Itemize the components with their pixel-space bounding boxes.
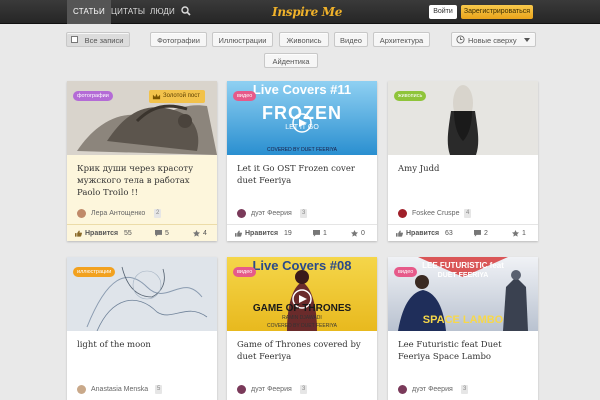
post-title[interactable]: Let it Go OST Frozen cover duet Feeriya <box>237 163 367 187</box>
comment-icon <box>474 230 481 237</box>
login-button[interactable]: Войти <box>429 5 457 19</box>
star-icon <box>512 230 519 237</box>
like-icon <box>235 230 242 237</box>
post-title[interactable]: Lee Futuristic feat Duet Feeriya Space L… <box>398 339 528 363</box>
filter-all-posts[interactable]: Все записи <box>66 32 130 47</box>
nav-articles[interactable]: Статьи <box>67 0 111 24</box>
post-card[interactable]: фотографии Золотой пост Крик души через … <box>67 81 217 241</box>
like-icon <box>75 230 82 237</box>
favorite-count: 4 <box>203 230 207 237</box>
video-title: SPACE LAMBO <box>422 314 504 326</box>
like-label: Нравится <box>245 230 279 237</box>
author-name[interactable]: дуэт Феерия <box>251 209 292 219</box>
video-title: FROZEN <box>262 103 342 123</box>
author-post-count: 3 <box>300 385 308 394</box>
favorite-count: 0 <box>361 230 365 237</box>
favorite-count: 1 <box>522 230 526 237</box>
filter-painting[interactable]: Живопись <box>279 32 329 47</box>
video-title: GAME OF THRONES <box>252 303 352 314</box>
avatar[interactable] <box>398 209 407 218</box>
post-author[interactable]: дуэт Феерия 3 <box>237 209 367 221</box>
search-icon[interactable] <box>181 6 191 16</box>
clock-icon <box>456 35 465 44</box>
post-title[interactable]: Крик души через красоту мужского тела в … <box>77 163 207 199</box>
category-tag[interactable]: иллюстрации <box>73 267 116 277</box>
checkbox-icon[interactable] <box>71 36 78 43</box>
filter-illustrations[interactable]: Иллюстрации <box>212 32 273 47</box>
author-post-count: 2 <box>154 209 162 218</box>
video-subtitle: LET IT GO <box>285 124 319 131</box>
author-name[interactable]: дуэт Феерия <box>412 385 453 395</box>
nav-quotes[interactable]: Цитаты <box>111 0 145 24</box>
post-stats: Нравится 63 2 1 <box>388 224 538 241</box>
site-logo[interactable]: Inspire Me <box>272 3 342 21</box>
like-count: 63 <box>445 230 453 237</box>
filter-all-label: Все записи <box>84 36 124 45</box>
post-stats: Нравится 19 1 0 <box>227 224 377 241</box>
post-author[interactable]: дуэт Феерия 3 <box>398 385 528 397</box>
video-credit: COVERED BY DUET FEERIYA <box>266 323 338 329</box>
filter-photo[interactable]: Фотографии <box>150 32 207 47</box>
nav-people[interactable]: Люди <box>150 0 175 24</box>
author-name[interactable]: Foskee Cruspe <box>412 209 459 219</box>
post-title[interactable]: light of the moon <box>77 339 207 351</box>
star-icon <box>351 230 358 237</box>
post-card[interactable]: Live Covers #08 GAME OF THRONES RAMIN DJ… <box>227 257 377 400</box>
gold-post-label: Золотой пост <box>163 93 200 99</box>
post-author[interactable]: дуэт Феерия 3 <box>237 385 367 397</box>
category-tag[interactable]: живопись <box>394 91 427 101</box>
post-stats: Нравится 55 5 4 <box>67 224 217 241</box>
author-name[interactable]: Лера Антощенко <box>91 209 145 219</box>
category-tag[interactable]: видео <box>233 267 257 277</box>
chevron-down-icon <box>524 38 530 42</box>
avatar[interactable] <box>398 385 407 394</box>
avatar[interactable] <box>237 385 246 394</box>
comment-count: 1 <box>323 230 327 237</box>
avatar[interactable] <box>77 385 86 394</box>
author-name[interactable]: дуэт Феерия <box>251 385 292 395</box>
gold-post-badge: Золотой пост <box>149 90 205 103</box>
filter-video[interactable]: Видео <box>334 32 368 47</box>
comment-count: 2 <box>484 230 488 237</box>
video-subtitle: RAMIN DJAWADI <box>282 315 322 321</box>
category-tag[interactable]: фотографии <box>73 91 113 101</box>
avatar[interactable] <box>237 209 246 218</box>
comment-count: 5 <box>165 230 169 237</box>
post-card[interactable]: LEE FUTURISTIC feat DUET FEERIYA SPACE L… <box>388 257 538 400</box>
register-button[interactable]: Зарегистрироваться <box>461 5 533 19</box>
comment-icon <box>155 230 162 237</box>
like-icon <box>396 230 403 237</box>
like-label: Нравится <box>406 230 440 237</box>
post-title[interactable]: Amy Judd <box>398 163 528 175</box>
star-icon <box>193 230 200 237</box>
category-tag[interactable]: видео <box>233 91 257 101</box>
author-post-count: 4 <box>464 209 472 218</box>
post-author[interactable]: Лера Антощенко 2 <box>77 209 207 221</box>
crown-icon <box>152 93 161 100</box>
post-author[interactable]: Anastasia Menska 5 <box>77 385 207 397</box>
sort-dropdown[interactable]: Новые сверху <box>451 32 536 47</box>
sort-label: Новые сверху <box>468 36 517 45</box>
top-navigation-bar: Статьи Цитаты Люди Inspire Me Войти Заре… <box>0 0 600 24</box>
like-count: 19 <box>284 230 292 237</box>
post-title[interactable]: Game of Thrones covered by duet Feeriya <box>237 339 367 363</box>
like-count: 55 <box>124 230 132 237</box>
category-tag[interactable]: видео <box>394 267 418 277</box>
post-card[interactable]: иллюстрации light of the moon Anastasia … <box>67 257 217 400</box>
comment-icon <box>313 230 320 237</box>
author-post-count: 3 <box>461 385 469 394</box>
post-card[interactable]: Live Covers #11 FROZEN LET IT GO COVERED… <box>227 81 377 241</box>
author-post-count: 5 <box>155 385 163 394</box>
post-card[interactable]: живопись Amy Judd Foskee Cruspe 4 Нравит… <box>388 81 538 241</box>
video-credit: COVERED BY DUET FEERIYA <box>266 147 338 153</box>
filter-architecture[interactable]: Архитектура <box>373 32 430 47</box>
author-post-count: 3 <box>300 209 308 218</box>
like-label: Нравится <box>85 230 119 237</box>
post-author[interactable]: Foskee Cruspe 4 <box>398 209 528 221</box>
avatar[interactable] <box>77 209 86 218</box>
filter-identity[interactable]: Айдентика <box>264 53 318 68</box>
author-name[interactable]: Anastasia Menska <box>91 385 148 395</box>
